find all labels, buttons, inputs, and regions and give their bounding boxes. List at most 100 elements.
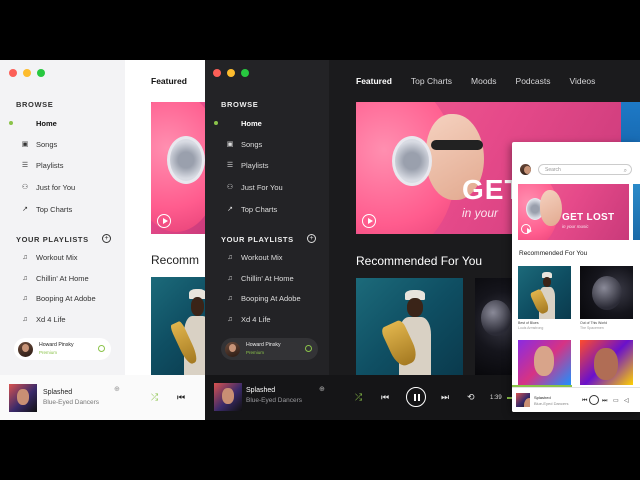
sidebar-item-home[interactable]: Home: [214, 117, 262, 129]
previous-icon[interactable]: ⏮: [381, 392, 389, 402]
active-indicator: [9, 121, 13, 125]
playlist-item[interactable]: ♫ Chillin' At Home: [225, 272, 293, 284]
album-card[interactable]: [580, 340, 633, 385]
sidebar-item-label: Home: [241, 118, 262, 128]
now-playing-cover[interactable]: [9, 383, 37, 412]
album-card[interactable]: [518, 266, 571, 319]
close-window-button[interactable]: [9, 69, 17, 77]
repeat-icon[interactable]: ⟲: [467, 392, 475, 402]
sidebar-item-playlists[interactable]: ☰ Playlists: [225, 159, 269, 171]
search-input[interactable]: Search ⌕: [538, 164, 632, 175]
play-icon[interactable]: [157, 214, 171, 228]
chart-icon: ↗: [227, 206, 233, 213]
playlist-label: Workout Mix: [36, 252, 78, 262]
tab-top-charts[interactable]: Top Charts: [411, 76, 452, 86]
sidebar-item-songs[interactable]: ▣ Songs: [225, 138, 263, 150]
headphones-image: [167, 136, 205, 184]
sidebar-item-top-charts[interactable]: ↗ Top Charts: [225, 203, 277, 215]
play-icon[interactable]: [362, 214, 376, 228]
next-banner-peek[interactable]: [633, 184, 640, 240]
playlist-label: Xd 4 Life: [36, 314, 66, 324]
avatar[interactable]: [520, 164, 531, 175]
track-artist: Blue-Eyed Dancers: [534, 401, 569, 406]
album-artist: Louis Armstrong: [518, 326, 544, 330]
playlist-item[interactable]: ♫ Xd 4 Life: [20, 313, 66, 325]
compact-player-bar: Splashed Blue-Eyed Dancers ⏮ ⏭ ▭ ◁: [512, 387, 640, 412]
add-icon[interactable]: ⊕: [319, 385, 325, 395]
elapsed-time: 1:39: [490, 395, 502, 401]
sidebar-item-songs[interactable]: ▣ Songs: [20, 138, 58, 150]
now-playing-cover[interactable]: [516, 393, 530, 407]
playlist-item[interactable]: ♫ Xd 4 Life: [225, 313, 270, 325]
browse-heading: BROWSE: [221, 100, 259, 109]
pause-button[interactable]: [589, 395, 599, 405]
next-icon[interactable]: ⏭: [441, 392, 449, 402]
maximize-window-button[interactable]: [241, 69, 249, 77]
now-playing-cover[interactable]: [214, 383, 242, 411]
featured-hero-banner[interactable]: GET LOST in your music: [518, 184, 629, 240]
playlist-item[interactable]: ♫ Workout Mix: [225, 251, 282, 263]
avatar: [18, 341, 33, 357]
shuffle-icon[interactable]: ⤮: [151, 392, 158, 402]
featured-hero-image[interactable]: [151, 102, 211, 234]
volume-icon[interactable]: ◁: [624, 396, 629, 406]
settings-icon[interactable]: [98, 345, 105, 352]
playlist-item[interactable]: ♫ Booping At Adobe: [20, 292, 95, 304]
dark-sidebar: BROWSE Home ▣ Songs ☰ Playlists ⚇ Just F…: [205, 60, 329, 375]
sidebar-item-top-charts[interactable]: ↗ Top Charts: [20, 203, 72, 215]
sidebar-item-home[interactable]: Home: [9, 117, 57, 129]
minimize-window-button[interactable]: [23, 69, 31, 77]
album-card[interactable]: [580, 266, 633, 319]
compact-app-window: Search ⌕ GET LOST in your music Recommen…: [512, 142, 640, 412]
playlist-icon: ♫: [22, 315, 28, 323]
add-playlist-button[interactable]: +: [102, 234, 111, 243]
settings-icon[interactable]: [305, 345, 312, 352]
playlist-item[interactable]: ♫ Chillin' At Home: [20, 272, 88, 284]
playlist-icon: ☰: [21, 162, 29, 169]
tab-videos[interactable]: Videos: [570, 76, 596, 86]
avatar: [225, 341, 240, 357]
next-icon[interactable]: ⏭: [602, 396, 607, 406]
pause-button[interactable]: [406, 387, 426, 407]
sidebar-item-label: Home: [36, 118, 57, 128]
sidebar-item-playlists[interactable]: ☰ Playlists: [20, 159, 64, 171]
previous-icon[interactable]: ⏮: [582, 396, 587, 406]
sidebar-item-just-for-you[interactable]: ⚇ Just for You: [20, 181, 75, 193]
dark-window-controls: [213, 69, 249, 77]
close-window-button[interactable]: [213, 69, 221, 77]
playlist-item[interactable]: ♫ Workout Mix: [20, 251, 78, 263]
album-artist: The Spacemen: [580, 326, 604, 330]
add-icon[interactable]: ⊕: [114, 385, 120, 395]
recommended-heading: Recommended For You: [356, 254, 483, 268]
maximize-window-button[interactable]: [37, 69, 45, 77]
play-icon[interactable]: [521, 224, 532, 234]
user-profile-card[interactable]: Howard Pinsky Premium: [221, 338, 318, 360]
playlist-icon: ♫: [22, 274, 28, 282]
track-artist: Blue-Eyed Dancers: [246, 397, 302, 404]
minimize-window-button[interactable]: [227, 69, 235, 77]
device-icon[interactable]: ▭: [613, 396, 619, 406]
tab-featured[interactable]: Featured: [151, 76, 187, 86]
sidebar-item-label: Top Charts: [241, 204, 278, 214]
album-card[interactable]: [356, 278, 463, 375]
playlist-icon: ♫: [22, 253, 28, 261]
tab-moods[interactable]: Moods: [471, 76, 497, 86]
tab-featured[interactable]: Featured: [356, 76, 392, 86]
people-icon: ⚇: [226, 184, 234, 191]
album-card[interactable]: [151, 277, 211, 375]
sidebar-item-label: Songs: [36, 139, 58, 149]
album-card[interactable]: [475, 278, 515, 375]
playlist-label: Booping At Adobe: [241, 293, 301, 303]
recommended-heading: Recomm: [151, 253, 200, 267]
add-playlist-button[interactable]: +: [307, 234, 316, 243]
playlist-item[interactable]: ♫ Booping At Adobe: [225, 292, 301, 304]
light-window-controls: [9, 69, 45, 77]
track-title: Splashed: [246, 387, 276, 394]
album-card[interactable]: [518, 340, 571, 385]
previous-icon[interactable]: ⏮: [177, 392, 185, 402]
sidebar-item-just-for-you[interactable]: ⚇ Just For You: [225, 181, 283, 193]
shuffle-icon[interactable]: ⤮: [355, 392, 362, 402]
user-profile-card[interactable]: Howard Pinsky Premium: [14, 338, 111, 360]
track-artist: Blue-Eyed Dancers: [43, 398, 99, 406]
tab-podcasts[interactable]: Podcasts: [516, 76, 551, 86]
